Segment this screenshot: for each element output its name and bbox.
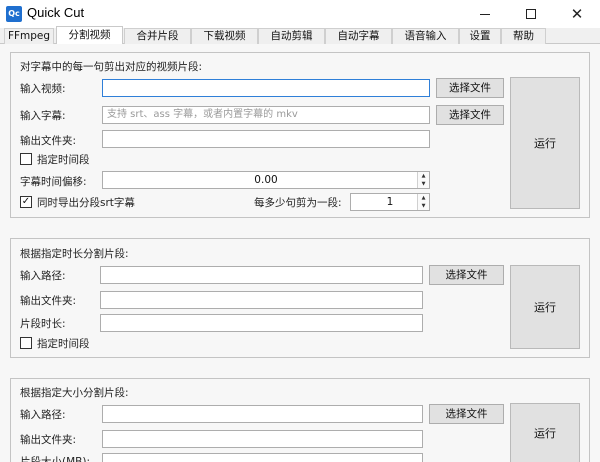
tab-help[interactable]: 帮助 — [501, 28, 546, 44]
sentences-per-segment-value: 1 — [386, 196, 394, 208]
specify-range-checkbox[interactable] — [20, 153, 32, 165]
spin-arrows[interactable]: ▲ ▼ — [417, 194, 429, 210]
input-subtitle-label: 输入字幕: — [20, 110, 66, 122]
duration-output-folder-label: 输出文件夹: — [20, 295, 77, 307]
size-output-folder-label: 输出文件夹: — [20, 434, 77, 446]
tab-merge-segments[interactable]: 合并片段 — [124, 28, 191, 44]
input-subtitle-placeholder: 支持 srt、ass 字幕，或者内置字幕的 mkv — [107, 109, 298, 120]
size-output-folder-field[interactable] — [102, 430, 423, 448]
sentences-per-segment-spinbox[interactable]: 1 ▲ ▼ — [350, 193, 430, 211]
subtitle-split-title: 对字幕中的每一句剪出对应的视频片段: — [20, 61, 203, 73]
size-input-path-label: 输入路径: — [20, 409, 66, 421]
size-choose-file-button[interactable]: 选择文件 — [429, 404, 504, 424]
tab-download-video[interactable]: 下载视频 — [191, 28, 258, 44]
spin-down-icon[interactable]: ▼ — [422, 203, 426, 209]
segment-duration-label: 片段时长: — [20, 318, 66, 330]
duration-split-run-button[interactable]: 运行 — [510, 265, 580, 349]
specify-range-label: 指定时间段 — [37, 154, 90, 166]
window-title: Quick Cut — [27, 5, 85, 20]
export-srt-label: 同时导出分段srt字幕 — [37, 197, 135, 209]
duration-input-path-field[interactable] — [100, 266, 423, 284]
tab-auto-subtitle[interactable]: 自动字幕 — [325, 28, 392, 44]
maximize-icon — [526, 9, 536, 19]
input-video-label: 输入视频: — [20, 83, 66, 95]
spin-arrows[interactable]: ▲ ▼ — [417, 172, 429, 188]
tab-auto-edit[interactable]: 自动剪辑 — [258, 28, 325, 44]
tab-voice-input[interactable]: 语音输入 — [392, 28, 459, 44]
spin-up-icon[interactable]: ▲ — [422, 195, 426, 201]
duration-split-title: 根据指定时长分割片段: — [20, 248, 129, 260]
tab-settings[interactable]: 设置 — [459, 28, 501, 44]
tab-ffmpeg[interactable]: FFmpeg — [4, 28, 54, 44]
duration-specify-range-checkbox[interactable] — [20, 337, 32, 349]
choose-video-file-button[interactable]: 选择文件 — [436, 78, 504, 98]
input-video-field[interactable] — [102, 79, 430, 97]
duration-choose-file-button[interactable]: 选择文件 — [429, 265, 504, 285]
spin-down-icon[interactable]: ▼ — [422, 181, 426, 187]
close-button[interactable]: ✕ — [554, 0, 600, 28]
duration-specify-range-label: 指定时间段 — [37, 338, 90, 350]
minimize-icon — [480, 13, 490, 15]
close-icon: ✕ — [570, 4, 584, 23]
check-icon: ✓ — [21, 196, 31, 207]
input-subtitle-field[interactable]: 支持 srt、ass 字幕，或者内置字幕的 mkv — [102, 106, 430, 124]
tab-split-video[interactable]: 分割视频 — [56, 26, 123, 45]
maximize-button[interactable] — [508, 0, 554, 28]
subtitle-offset-label: 字幕时间偏移: — [20, 176, 87, 188]
segment-size-field[interactable] — [102, 453, 423, 462]
size-split-run-button[interactable]: 运行 — [510, 403, 580, 462]
app-icon: Qc — [6, 6, 22, 22]
spin-up-icon[interactable]: ▲ — [422, 173, 426, 179]
size-input-path-field[interactable] — [102, 405, 423, 423]
output-folder-label: 输出文件夹: — [20, 135, 77, 147]
segment-size-label: 片段大小(MB): — [20, 456, 90, 462]
duration-output-folder-field[interactable] — [100, 291, 423, 309]
sentences-per-segment-label: 每多少句剪为一段: — [254, 197, 342, 209]
subtitle-split-run-button[interactable]: 运行 — [510, 77, 580, 209]
duration-input-path-label: 输入路径: — [20, 270, 66, 282]
size-split-title: 根据指定大小分割片段: — [20, 387, 129, 399]
export-srt-checkbox[interactable]: ✓ — [20, 196, 32, 208]
subtitle-offset-value: 0.00 — [254, 174, 278, 186]
segment-duration-field[interactable] — [100, 314, 423, 332]
minimize-button[interactable] — [462, 0, 508, 28]
output-folder-field[interactable] — [102, 130, 430, 148]
choose-subtitle-file-button[interactable]: 选择文件 — [436, 105, 504, 125]
subtitle-offset-spinbox[interactable]: 0.00 ▲ ▼ — [102, 171, 430, 189]
